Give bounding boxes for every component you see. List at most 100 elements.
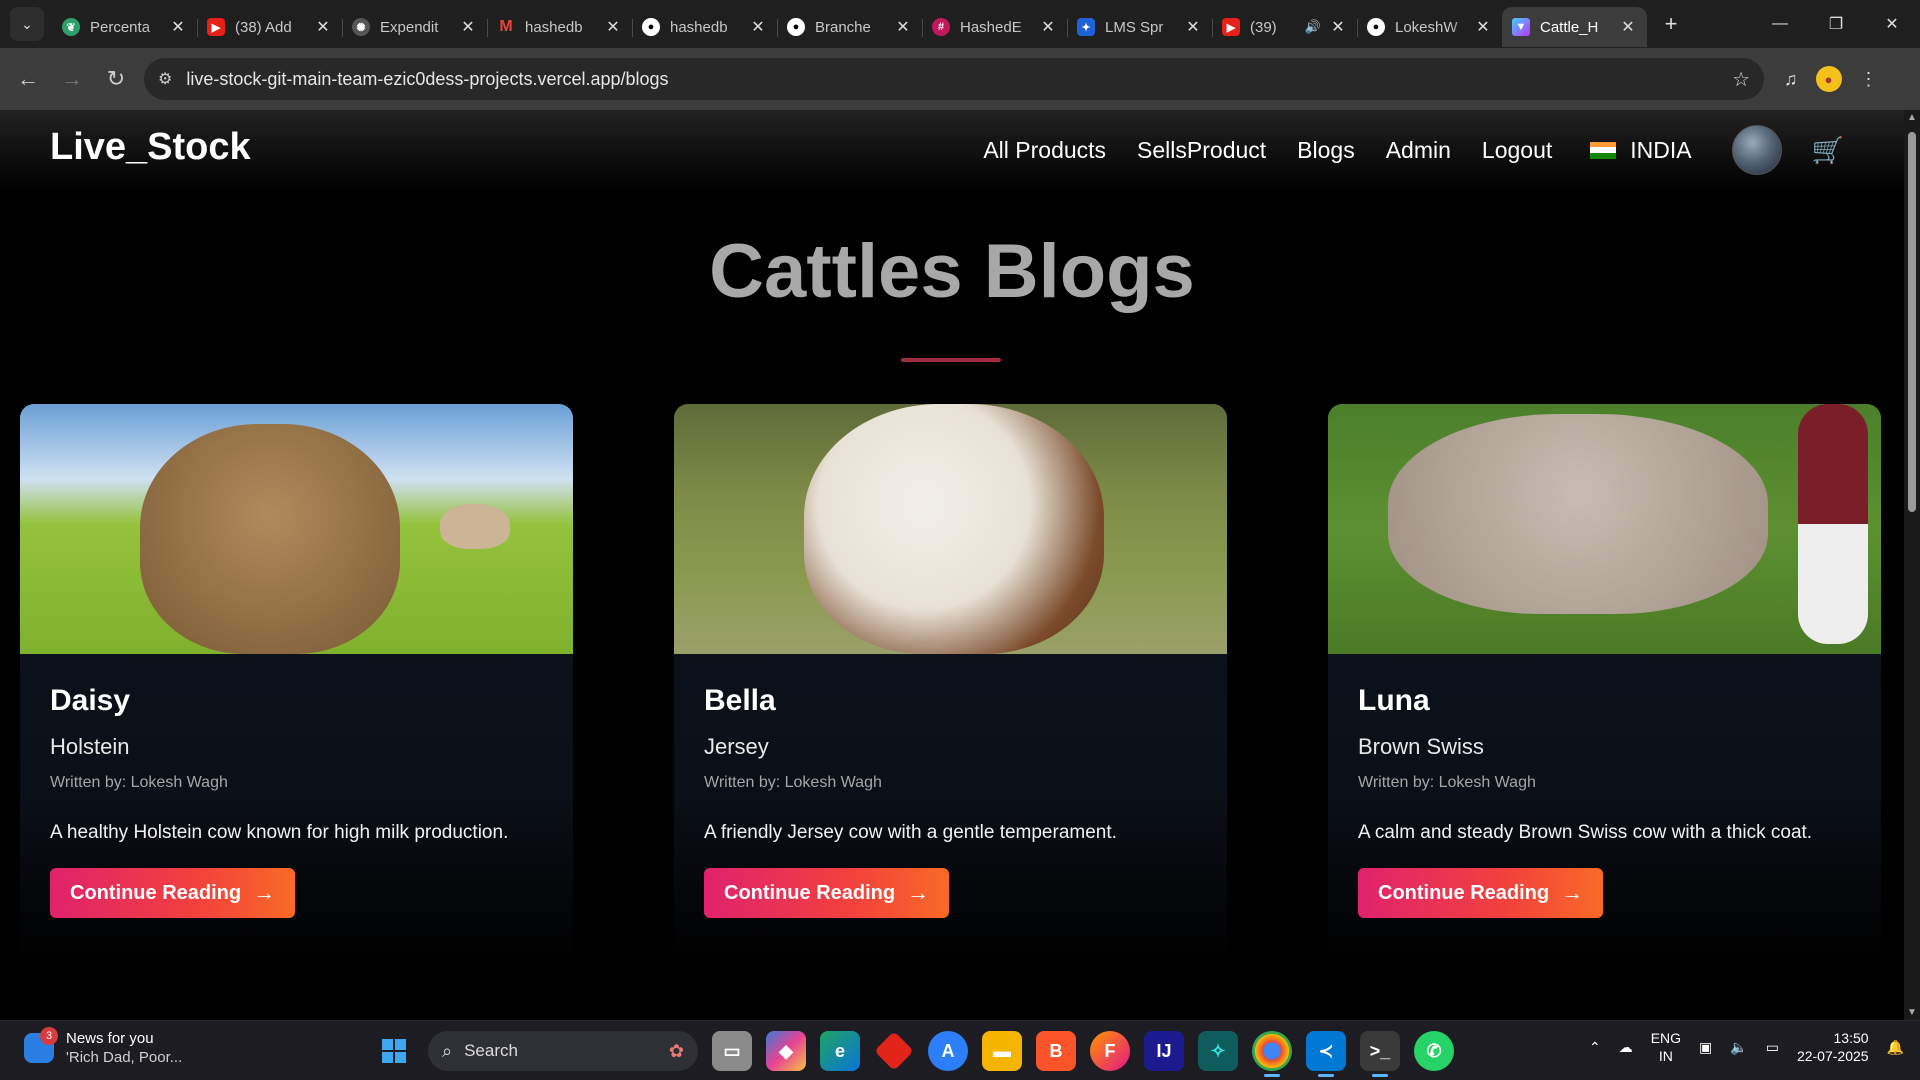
terminal-icon[interactable]: >_: [1360, 1031, 1400, 1077]
firefox-icon[interactable]: F: [1090, 1031, 1130, 1071]
close-icon[interactable]: ✕: [169, 17, 187, 37]
browser-tab[interactable]: ❦ Percenta ✕: [52, 7, 197, 47]
close-icon[interactable]: ✕: [314, 17, 332, 37]
new-tab-button[interactable]: +: [1655, 8, 1687, 40]
cloud-offline-icon[interactable]: ☁: [1619, 1039, 1633, 1056]
taskbar-apps: ⌕ Search ✿ ▭ ◆ e A ▬ B F IJ ✧ ≺ >_ ✆: [374, 1031, 1454, 1077]
site-settings-icon[interactable]: ⚙: [158, 69, 172, 89]
chevron-up-icon[interactable]: ⌃: [1589, 1039, 1601, 1056]
browser-tab[interactable]: ✺ Expendit ✕: [342, 7, 487, 47]
tab-search-button[interactable]: ⌄: [10, 7, 44, 41]
close-icon[interactable]: ✕: [1474, 17, 1492, 37]
youtube-icon: ▶: [207, 18, 225, 36]
reload-button[interactable]: ↻: [94, 57, 138, 101]
news-widget[interactable]: 3 News for you 'Rich Dad, Poor...: [24, 1027, 182, 1067]
url-text[interactable]: live-stock-git-main-team-ezic0dess-proje…: [186, 69, 1732, 90]
user-avatar[interactable]: [1731, 125, 1782, 175]
notification-bell-icon[interactable]: 🔔: [1887, 1039, 1904, 1056]
close-icon[interactable]: ✕: [749, 17, 767, 37]
restore-button[interactable]: ❐: [1808, 0, 1864, 48]
nav-blogs[interactable]: Blogs: [1297, 137, 1355, 164]
vite-icon: ▼: [1512, 18, 1530, 36]
close-icon[interactable]: ✕: [459, 17, 477, 37]
app-store-icon[interactable]: A: [928, 1031, 968, 1071]
chevron-down-icon: ⌄: [21, 15, 33, 32]
minimize-button[interactable]: —: [1752, 0, 1808, 48]
close-icon[interactable]: ✕: [1039, 17, 1057, 37]
close-icon[interactable]: ✕: [1619, 17, 1637, 37]
browser-tab-active[interactable]: ▼ Cattle_H ✕: [1502, 7, 1647, 47]
nav-all-products[interactable]: All Products: [983, 137, 1106, 164]
browser-tab[interactable]: ● Branche ✕: [777, 7, 922, 47]
brand-logo[interactable]: Live_Stock: [50, 126, 251, 169]
clock[interactable]: 13:50 22-07-2025: [1797, 1029, 1869, 1065]
cart-icon[interactable]: 🛒: [1812, 135, 1844, 166]
more-menu-icon[interactable]: ⋮: [1860, 69, 1878, 90]
address-bar[interactable]: ⚙ live-stock-git-main-team-ezic0dess-pro…: [144, 58, 1764, 100]
taskbar-search[interactable]: ⌕ Search ✿: [428, 1031, 698, 1071]
nav-logout[interactable]: Logout: [1482, 137, 1552, 164]
page-scrollbar[interactable]: ▲ ▼: [1904, 110, 1920, 1020]
anydesk-icon[interactable]: [874, 1031, 914, 1071]
close-icon[interactable]: ✕: [1329, 17, 1347, 37]
volume-icon[interactable]: 🔈: [1730, 1039, 1747, 1056]
speaker-icon[interactable]: 🔊: [1305, 19, 1321, 35]
browser-tab[interactable]: ▶ (38) Add ✕: [197, 7, 342, 47]
cursor-ai-icon[interactable]: ✧: [1198, 1031, 1238, 1071]
browser-tab[interactable]: ● hashedb ✕: [632, 7, 777, 47]
battery-icon[interactable]: ▭: [1766, 1039, 1779, 1056]
reload-icon: ↻: [106, 66, 126, 91]
copilot-icon[interactable]: ◆: [766, 1031, 806, 1071]
bookmark-star-icon[interactable]: ☆: [1732, 67, 1750, 92]
github-icon: ●: [1367, 18, 1385, 36]
edge-icon[interactable]: e: [820, 1031, 860, 1071]
whatsapp-icon[interactable]: ✆: [1414, 1031, 1454, 1071]
arrow-right-icon: →: [907, 880, 930, 905]
browser-tab[interactable]: ● LokeshW ✕: [1357, 7, 1502, 47]
browser-tab[interactable]: Mhashedb ✕: [487, 7, 632, 47]
lms-icon: ✦: [1077, 18, 1095, 36]
profile-avatar-icon[interactable]: ●: [1815, 66, 1842, 92]
close-icon[interactable]: ✕: [1184, 17, 1202, 37]
browser-tab[interactable]: ✦ LMS Spr ✕: [1067, 7, 1212, 47]
chrome-icon[interactable]: [1252, 1031, 1292, 1077]
vscode-icon[interactable]: ≺: [1306, 1031, 1346, 1077]
web-page: Live_Stock All Products SellsProduct Blo…: [0, 110, 1904, 1020]
network-icon[interactable]: ▣: [1699, 1039, 1712, 1056]
blog-breed: Jersey: [704, 734, 769, 759]
file-explorer-icon[interactable]: ▬: [982, 1031, 1022, 1071]
scroll-up-icon[interactable]: ▲: [1907, 112, 1917, 123]
blog-author: Written by: Lokesh Wagh: [50, 774, 228, 791]
continue-reading-button[interactable]: Continue Reading →: [704, 868, 950, 918]
nav-sells-product[interactable]: SellsProduct: [1137, 137, 1266, 164]
tab-title: (38) Add: [235, 18, 292, 36]
title-underline: [901, 358, 1001, 362]
nav-admin[interactable]: Admin: [1386, 137, 1451, 164]
intellij-icon[interactable]: IJ: [1144, 1031, 1184, 1071]
forward-button[interactable]: →: [50, 57, 94, 101]
browser-tab[interactable]: # HashedE ✕: [922, 7, 1067, 47]
region-code: IN: [1658, 1048, 1673, 1064]
close-icon[interactable]: ✕: [894, 17, 912, 37]
media-controls-icon[interactable]: ♫: [1784, 69, 1798, 90]
close-icon[interactable]: ✕: [604, 17, 622, 37]
language-indicator[interactable]: ENG IN: [1651, 1029, 1681, 1065]
scroll-down-icon[interactable]: ▼: [1907, 1007, 1917, 1018]
github-icon: ●: [787, 18, 805, 36]
browser-tab[interactable]: ▶ (39) 🔊 ✕: [1212, 7, 1357, 47]
windows-start-icon[interactable]: [374, 1031, 414, 1071]
news-title: News for you: [66, 1030, 154, 1047]
country-selector[interactable]: INDIA: [1590, 137, 1692, 164]
arrow-left-icon: ←: [17, 66, 39, 91]
tab-title: Branche: [815, 18, 871, 36]
task-view-icon[interactable]: ▭: [712, 1031, 752, 1071]
blog-description: A healthy Holstein cow known for high mi…: [50, 822, 509, 843]
scrollbar-thumb[interactable]: [1908, 132, 1916, 512]
continue-reading-button[interactable]: Continue Reading →: [50, 868, 296, 918]
back-button[interactable]: ←: [6, 57, 50, 101]
github-icon: ●: [642, 18, 660, 36]
close-window-button[interactable]: ✕: [1864, 0, 1920, 48]
nav-menu: All Products SellsProduct Blogs Admin Lo…: [952, 110, 1904, 190]
continue-reading-button[interactable]: Continue Reading →: [1358, 868, 1604, 918]
brave-icon[interactable]: B: [1036, 1031, 1076, 1071]
